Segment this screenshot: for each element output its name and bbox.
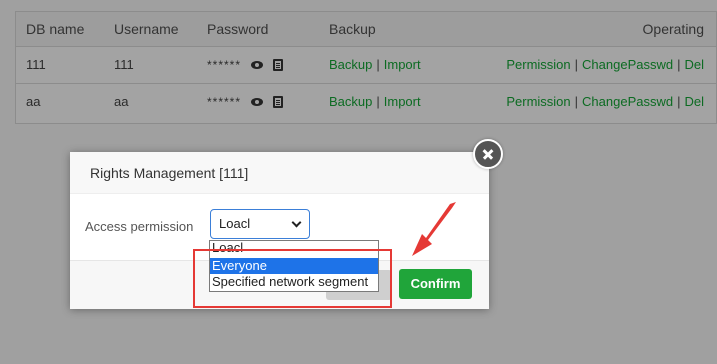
header-password: Password [207, 21, 269, 37]
backup-link[interactable]: Backup [329, 57, 372, 72]
confirm-button[interactable]: Confirm [399, 269, 472, 299]
separator: | [677, 94, 681, 109]
permission-link[interactable]: Permission [506, 94, 570, 109]
backup-link[interactable]: Backup [329, 94, 372, 109]
access-permission-label: Access permission [85, 219, 194, 234]
separator: | [376, 94, 380, 109]
change-passwd-link[interactable]: ChangePasswd [582, 57, 673, 72]
header-username: Username [114, 21, 179, 37]
database-table: DB name Username Password Backup Operati… [15, 11, 717, 124]
copy-icon[interactable] [273, 95, 284, 108]
db-name-cell: 111 [26, 57, 46, 72]
eye-icon[interactable] [251, 97, 264, 106]
table-row: 111 111 ****** Backup | Import Permission |… [16, 47, 716, 84]
operating-cell: Permission | ChangePasswd | Del [506, 84, 704, 120]
access-permission-select[interactable]: Loacl [210, 209, 310, 239]
del-link[interactable]: Del [684, 94, 704, 109]
dialog-title: Rights Management [111] [70, 152, 489, 194]
username-cell: aa [114, 94, 129, 109]
header-db-name: DB name [26, 21, 85, 37]
select-value: Loacl [219, 216, 251, 231]
red-arrow-annotation [412, 202, 456, 256]
username-cell: 111 [114, 57, 134, 72]
close-icon[interactable] [473, 139, 503, 169]
password-mask: ****** [207, 58, 242, 72]
change-passwd-link[interactable]: ChangePasswd [582, 94, 673, 109]
backup-cell: Backup | Import [329, 47, 421, 83]
password-cell: ****** [207, 47, 284, 83]
password-mask: ****** [207, 95, 242, 109]
chevron-down-icon [291, 217, 302, 228]
table-header: DB name Username Password Backup Operati… [16, 12, 716, 47]
separator: | [677, 57, 681, 72]
permission-link[interactable]: Permission [506, 57, 570, 72]
header-operating: Operating [642, 21, 704, 37]
separator: | [574, 57, 579, 72]
password-cell: ****** [207, 84, 284, 120]
table-row: aa aa ****** Backup | Import Permission | Ch… [16, 84, 716, 123]
backup-cell: Backup | Import [329, 84, 421, 120]
operating-cell: Permission | ChangePasswd | Del [506, 47, 704, 83]
db-name-cell: aa [26, 94, 41, 109]
import-link[interactable]: Import [384, 94, 421, 109]
eye-icon[interactable] [251, 60, 264, 69]
separator: | [376, 57, 380, 72]
copy-icon[interactable] [273, 58, 284, 71]
del-link[interactable]: Del [684, 57, 704, 72]
import-link[interactable]: Import [384, 57, 421, 72]
separator: | [574, 94, 579, 109]
header-backup: Backup [329, 21, 376, 37]
highlight-box [193, 249, 392, 308]
